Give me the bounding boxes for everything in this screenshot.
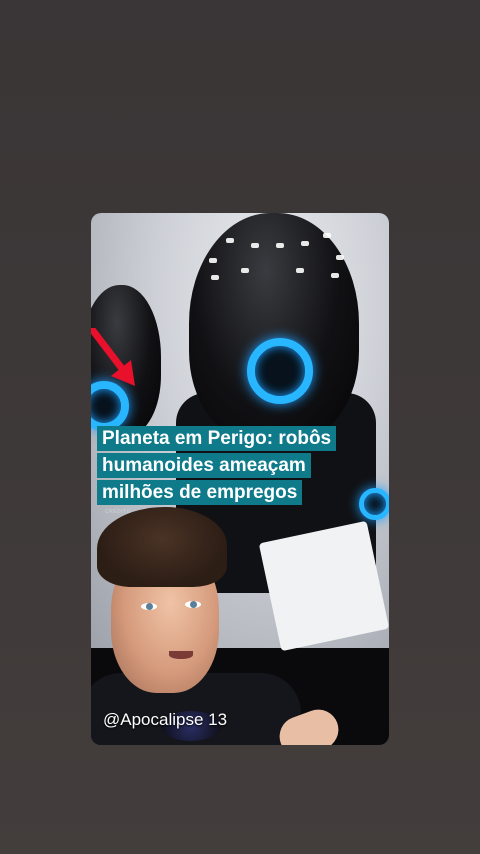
headline-line-2: humanoides ameaçam	[97, 453, 311, 478]
presenter-mouth	[169, 651, 193, 659]
robot-led	[211, 275, 219, 280]
video-card[interactable]: Planeta em Perigo: robôs humanoides amea…	[91, 213, 389, 745]
watermark-handle: @Apocalipse 13	[103, 710, 228, 729]
robot-led	[301, 241, 309, 246]
robot-led	[241, 268, 249, 273]
presenter-eye	[141, 603, 157, 610]
robot-led	[226, 238, 234, 243]
presenter-eye	[185, 601, 201, 608]
headline-line-3: milhões de empregos	[97, 480, 303, 505]
robot-led	[276, 243, 284, 248]
robot-led	[251, 243, 259, 248]
robot-head-main	[189, 213, 359, 443]
headline-line-1: Planeta em Perigo: robôs	[97, 426, 337, 451]
robot-led	[331, 273, 339, 278]
robot-led	[209, 258, 217, 263]
robot-led	[296, 268, 304, 273]
robot-led	[323, 233, 331, 238]
presenter	[91, 503, 389, 745]
headline: Planeta em Perigo: robôs humanoides amea…	[97, 426, 337, 507]
presenter-hair	[97, 507, 227, 587]
red-arrow-icon	[91, 328, 135, 386]
robot-led	[336, 255, 344, 260]
robot-eye-main	[247, 338, 313, 404]
